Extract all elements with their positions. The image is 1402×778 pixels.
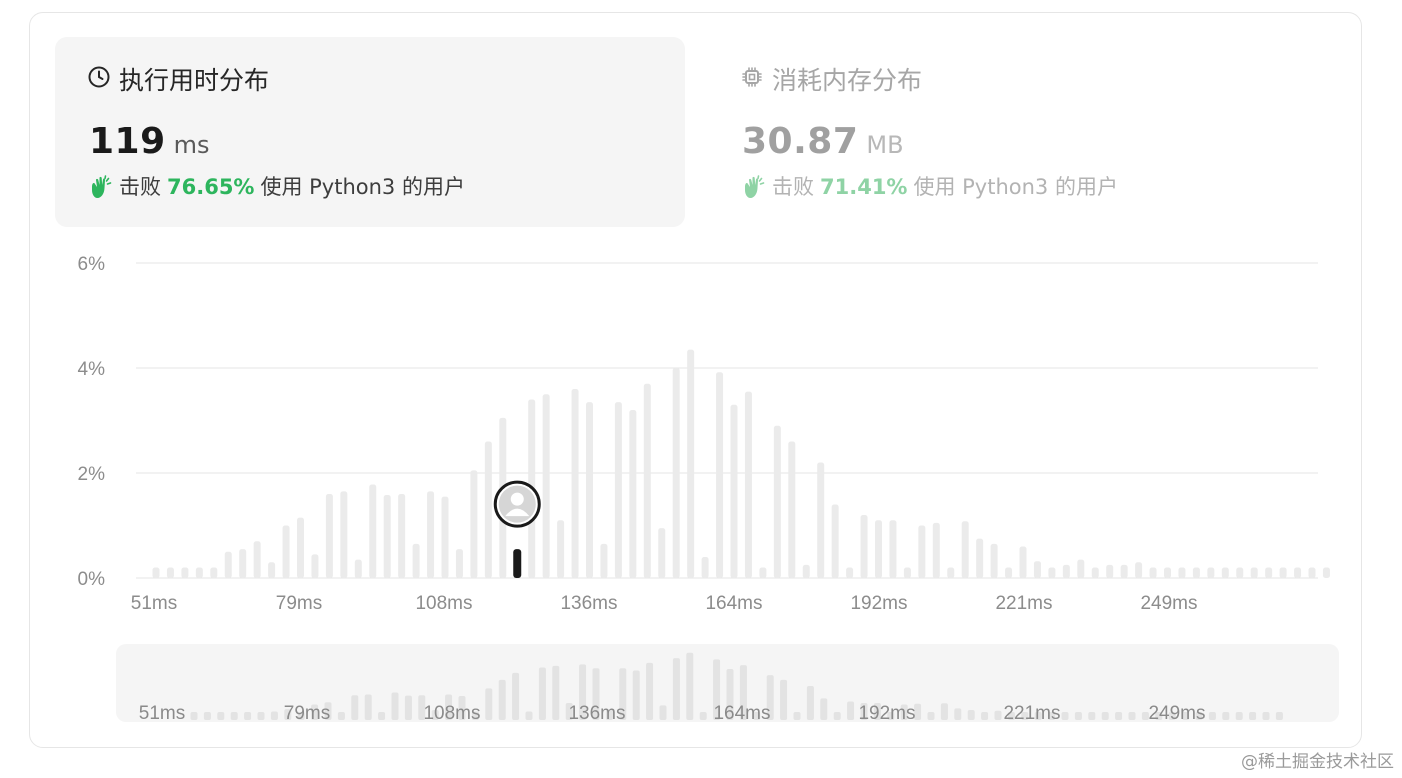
histogram-bar [282, 525, 290, 578]
histogram-bar [759, 567, 767, 578]
histogram-bar [932, 522, 940, 578]
x-tick-label: 108ms [415, 593, 472, 614]
histogram-bar [1236, 567, 1244, 578]
histogram-bar [918, 525, 926, 578]
histogram-bar [166, 567, 174, 578]
histogram-bar [976, 538, 984, 578]
histogram-bar [846, 567, 854, 578]
watermark: @稀土掘金技术社区 [1241, 752, 1394, 772]
histogram-bar [990, 543, 998, 578]
histogram-bar [441, 496, 449, 578]
runtime-distribution-chart: 0% 2% 4% 6% 51ms 79ms 108ms 136ms 164ms 192ms 221m… [78, 254, 1330, 614]
histogram-bar [311, 554, 319, 578]
histogram-bar [961, 521, 969, 578]
histogram-bar [1207, 567, 1215, 578]
histogram-bar [1033, 561, 1041, 578]
histogram-bar [1250, 567, 1258, 578]
histogram-bar [455, 549, 463, 578]
histogram-bar [1106, 564, 1114, 578]
x-tick-label: 79ms [276, 593, 322, 614]
x-tick-label: 249ms [1140, 593, 1197, 614]
x-tick-label: 221ms [995, 593, 1052, 614]
histogram-bar [1178, 567, 1186, 578]
histogram-bar [1265, 567, 1273, 578]
histogram-bar [427, 491, 435, 578]
x-tick-label: 51ms [131, 593, 177, 614]
highlighted-bar [513, 549, 522, 578]
histogram-bar [354, 559, 362, 578]
histogram-bar [325, 494, 333, 578]
y-tick-label: 4% [78, 359, 106, 380]
histogram-bar [614, 402, 622, 578]
histogram-bar [297, 517, 304, 578]
histogram-bar [268, 562, 276, 578]
histogram-bar [802, 564, 810, 578]
histogram-bar [1048, 567, 1056, 578]
histogram-bar [1019, 546, 1027, 578]
histogram-bar [773, 425, 781, 578]
histogram-bar [224, 551, 232, 578]
histogram-bar [947, 567, 955, 578]
histogram-bar [1279, 567, 1287, 578]
histogram-bar [181, 567, 189, 578]
histogram-bar [687, 349, 695, 578]
y-tick-label: 6% [78, 254, 106, 275]
histogram-bar [1221, 567, 1229, 578]
histogram-bar [484, 441, 492, 578]
histogram-bar [672, 368, 680, 578]
histogram-bar [542, 394, 550, 578]
avatar-head [510, 492, 524, 506]
histogram-bar [398, 494, 406, 578]
histogram-bar [831, 504, 839, 578]
histogram-bar [744, 391, 752, 578]
histogram-bar [1294, 567, 1302, 578]
histogram-bar [1149, 567, 1157, 578]
histogram-bar [1062, 564, 1070, 578]
histogram-bar [470, 470, 478, 578]
histogram-bar [557, 520, 565, 578]
histogram-bar [253, 541, 261, 578]
x-tick-label: 164ms [705, 593, 762, 614]
histogram-bar [1120, 564, 1128, 578]
histogram-bar [239, 549, 247, 578]
histogram-bar [586, 402, 593, 578]
histogram-bar [1077, 559, 1085, 578]
histogram-bar [600, 543, 608, 578]
histogram-bar [889, 520, 897, 578]
histogram-bar [860, 515, 868, 578]
histogram-bar [1308, 567, 1316, 578]
histogram-bar [701, 557, 709, 578]
histogram-bar [571, 389, 579, 578]
y-tick-label: 0% [78, 569, 106, 590]
histogram-bar [1005, 567, 1013, 578]
histogram-bar [643, 383, 651, 578]
histogram-bar [658, 528, 666, 578]
histogram-bar [1192, 567, 1200, 578]
histogram-bar [412, 543, 420, 578]
histogram-bar [875, 520, 882, 578]
histogram-bar [903, 567, 911, 578]
histogram-bar [195, 567, 203, 578]
x-tick-label: 192ms [850, 593, 907, 614]
histogram-bar [1135, 562, 1143, 578]
histogram-bar [1091, 567, 1099, 578]
histogram-bar [817, 462, 825, 578]
histogram-bar [383, 495, 391, 578]
histogram-bar [629, 410, 637, 578]
avatar-icon [493, 480, 541, 528]
histogram-bar [369, 484, 377, 578]
histogram-bar [210, 567, 218, 578]
x-tick-label: 136ms [560, 593, 617, 614]
histogram-bar [1322, 567, 1330, 578]
histogram-bar [1164, 567, 1171, 578]
histogram-bar [788, 441, 796, 578]
y-tick-label: 2% [78, 464, 106, 485]
histogram-bar [152, 567, 160, 578]
histogram-bar [340, 491, 348, 578]
histogram-bar [730, 404, 738, 578]
histogram-bar [716, 372, 724, 578]
